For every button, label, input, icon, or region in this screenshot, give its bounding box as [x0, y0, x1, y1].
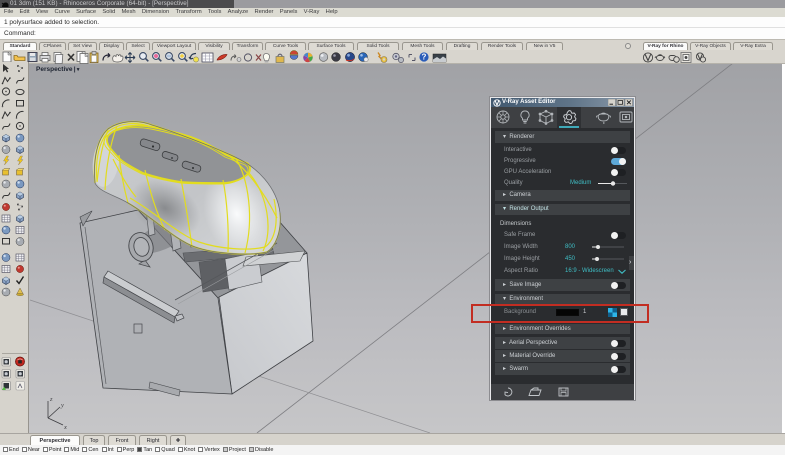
svg-text:y: y [60, 402, 64, 409]
svg-text:?: ? [422, 53, 427, 62]
svg-text:x: x [63, 424, 67, 431]
svg-text:z: z [49, 396, 53, 403]
